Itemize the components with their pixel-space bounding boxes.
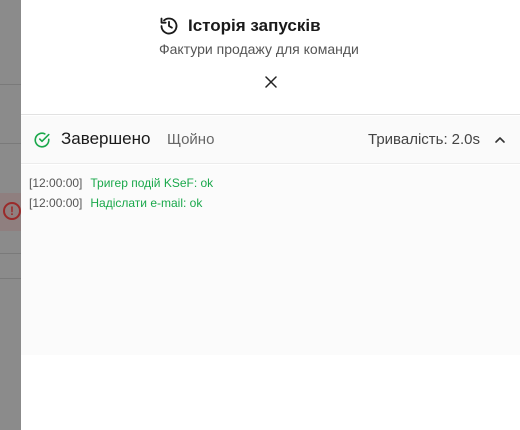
duration-label: Тривалість: bbox=[368, 131, 448, 148]
backdrop-divider bbox=[0, 84, 21, 85]
collapse-button[interactable] bbox=[492, 132, 508, 148]
history-icon bbox=[159, 16, 179, 36]
run-log: [12:00:00] Тригер подій KSeF: ok [12:00:0… bbox=[21, 165, 520, 355]
run-item-header[interactable]: Завершено Щойно Тривалість: 2.0s bbox=[21, 116, 520, 164]
error-icon: ! bbox=[3, 202, 21, 220]
log-timestamp: [12:00:00] bbox=[29, 176, 83, 190]
run-time-ago: Щойно bbox=[167, 131, 215, 148]
log-message: Тригер подій KSeF: ok bbox=[90, 176, 214, 190]
backdrop-divider bbox=[0, 143, 21, 144]
page-backdrop[interactable]: ! bbox=[0, 0, 21, 430]
drawer-title: Історія запусків bbox=[188, 16, 321, 35]
run-history-drawer: Історія запусків Фактури продажу для ком… bbox=[21, 0, 520, 430]
log-timestamp: [12:00:00] bbox=[29, 196, 83, 210]
chevron-up-icon bbox=[495, 137, 505, 143]
run-duration: Тривалість: 2.0s bbox=[368, 131, 480, 148]
log-line: [12:00:00] Тригер подій KSeF: ok bbox=[29, 173, 520, 193]
close-button[interactable] bbox=[261, 72, 281, 92]
log-line: [12:00:00] Надіслати e-mail: ok bbox=[29, 193, 520, 213]
close-icon bbox=[265, 76, 277, 88]
drawer-header: Історія запусків Фактури продажу для ком… bbox=[21, 0, 520, 115]
run-status: Завершено bbox=[61, 129, 151, 148]
drawer-subtitle: Фактури продажу для команди bbox=[159, 41, 359, 57]
duration-value: 2.0s bbox=[451, 131, 480, 148]
backdrop-divider bbox=[0, 278, 21, 279]
drawer-title-row: Історія запусків bbox=[159, 16, 321, 36]
check-circle-icon bbox=[34, 132, 50, 148]
backdrop-divider bbox=[0, 253, 21, 254]
log-message: Надіслати e-mail: ok bbox=[90, 196, 203, 210]
